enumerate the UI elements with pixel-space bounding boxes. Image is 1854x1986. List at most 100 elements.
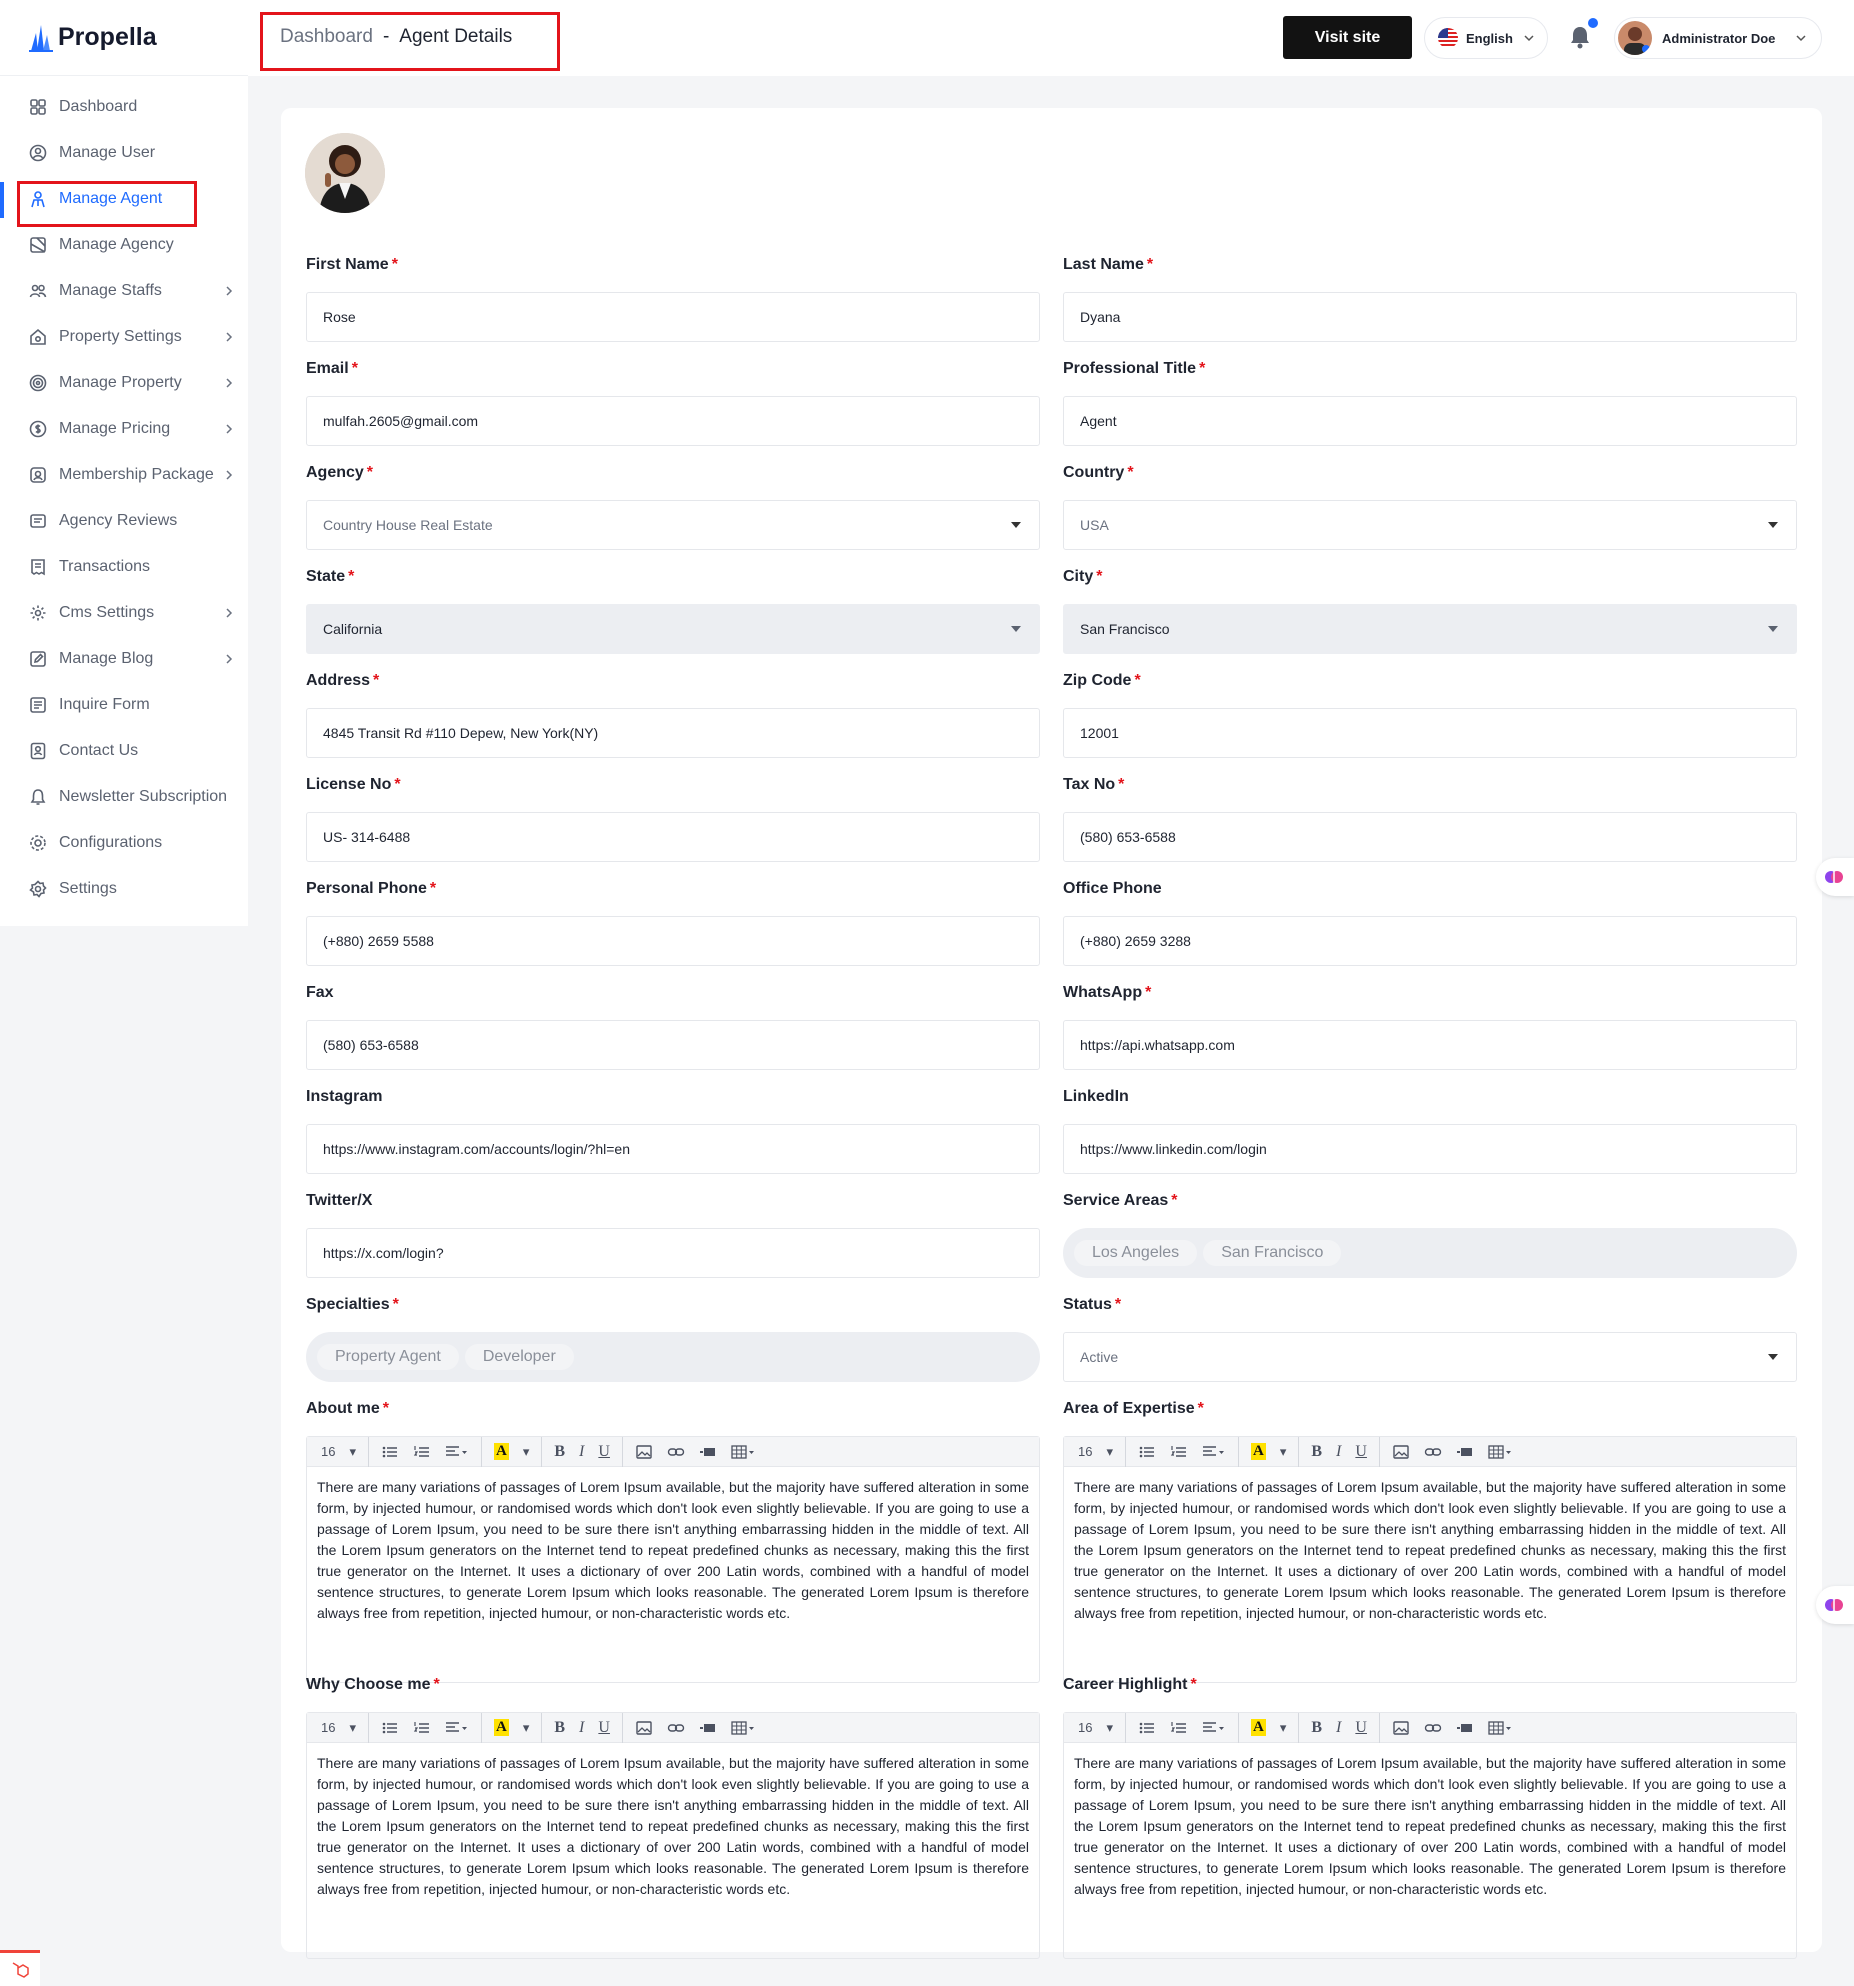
agency-select[interactable]: Country House Real Estate	[306, 500, 1040, 550]
sidebar-item-manage-blog[interactable]: Manage Blog	[0, 636, 248, 682]
why-choose-editor[interactable]: 16 ▾ A ▾ B I U There are many variations o…	[306, 1712, 1040, 1959]
italic-button[interactable]: I	[1336, 1443, 1341, 1461]
specialties-tag-input[interactable]: Property Agent Developer	[306, 1332, 1040, 1382]
table-icon[interactable]	[1488, 1719, 1514, 1737]
zip-input[interactable]: 12001	[1063, 708, 1797, 758]
office-phone-input[interactable]: (+880) 2659 3288	[1063, 916, 1797, 966]
link-icon[interactable]	[667, 1719, 685, 1737]
first-name-input[interactable]: Rose	[306, 292, 1040, 342]
assistant-widget-top[interactable]	[1816, 858, 1854, 896]
underline-button[interactable]: U	[598, 1443, 610, 1461]
highlight-color-icon[interactable]: A	[494, 1719, 509, 1736]
sidebar-item-agency-reviews[interactable]: Agency Reviews	[0, 498, 248, 544]
tag-chip[interactable]: San Francisco	[1203, 1240, 1342, 1266]
sidebar-item-configurations[interactable]: Configurations	[0, 820, 248, 866]
font-size-select[interactable]: 16	[321, 1444, 335, 1459]
state-select[interactable]: California	[306, 604, 1040, 654]
font-size-select[interactable]: 16	[321, 1720, 335, 1735]
linkedin-input[interactable]: https://www.linkedin.com/login	[1063, 1124, 1797, 1174]
bold-button[interactable]: B	[1311, 1443, 1322, 1461]
license-input[interactable]: US- 314-6488	[306, 812, 1040, 862]
image-icon[interactable]	[635, 1443, 653, 1461]
underline-button[interactable]: U	[1355, 1719, 1367, 1737]
city-select[interactable]: San Francisco	[1063, 604, 1797, 654]
link-icon[interactable]	[1424, 1719, 1442, 1737]
image-icon[interactable]	[1392, 1719, 1410, 1737]
table-icon[interactable]	[731, 1719, 757, 1737]
sidebar-item-property-settings[interactable]: Property Settings	[0, 314, 248, 360]
sidebar-item-manage-user[interactable]: Manage User	[0, 130, 248, 176]
video-icon[interactable]	[1456, 1719, 1474, 1737]
country-select[interactable]: USA	[1063, 500, 1797, 550]
align-icon[interactable]	[445, 1719, 469, 1737]
language-selector[interactable]: English	[1424, 17, 1548, 59]
service-areas-tag-input[interactable]: Los Angeles San Francisco	[1063, 1228, 1797, 1278]
sidebar-item-inquire-form[interactable]: Inquire Form	[0, 682, 248, 728]
whatsapp-input[interactable]: https://api.whatsapp.com	[1063, 1020, 1797, 1070]
link-icon[interactable]	[1424, 1443, 1442, 1461]
editor-content[interactable]: There are many variations of passages of…	[1064, 1467, 1796, 1634]
sidebar-item-transactions[interactable]: Transactions	[0, 544, 248, 590]
visit-site-button[interactable]: Visit site	[1283, 16, 1412, 59]
sidebar-item-dashboard[interactable]: Dashboard	[0, 84, 248, 130]
italic-button[interactable]: I	[579, 1443, 584, 1461]
twitter-input[interactable]: https://x.com/login?	[306, 1228, 1040, 1278]
bullet-list-icon[interactable]	[381, 1443, 399, 1461]
sidebar-item-newsletter-subscription[interactable]: Newsletter Subscription	[0, 774, 248, 820]
agent-avatar[interactable]	[305, 133, 385, 213]
font-size-select[interactable]: 16	[1078, 1444, 1092, 1459]
align-icon[interactable]	[1202, 1719, 1226, 1737]
tax-input[interactable]: (580) 653-6588	[1063, 812, 1797, 862]
numbered-list-icon[interactable]	[1170, 1719, 1188, 1737]
editor-content[interactable]: There are many variations of passages of…	[1064, 1743, 1796, 1910]
about-me-editor[interactable]: 16 ▾ A ▾ B I U There are many variations o…	[306, 1436, 1040, 1683]
bullet-list-icon[interactable]	[1138, 1719, 1156, 1737]
email-input[interactable]: mulfah.2605@gmail.com	[306, 396, 1040, 446]
fax-input[interactable]: (580) 653-6588	[306, 1020, 1040, 1070]
tag-chip[interactable]: Developer	[464, 1344, 574, 1370]
italic-button[interactable]: I	[1336, 1719, 1341, 1737]
font-size-select[interactable]: 16	[1078, 1720, 1092, 1735]
area-expertise-editor[interactable]: 16 ▾ A ▾ B I U There are many variations o…	[1063, 1436, 1797, 1683]
user-menu[interactable]: Administrator Doe	[1614, 17, 1822, 59]
bullet-list-icon[interactable]	[1138, 1443, 1156, 1461]
editor-content[interactable]: There are many variations of passages of…	[307, 1467, 1039, 1634]
laravel-debug-widget[interactable]	[0, 1950, 40, 1986]
sidebar-item-cms-settings[interactable]: Cms Settings	[0, 590, 248, 636]
sidebar-item-membership-package[interactable]: Membership Package	[0, 452, 248, 498]
link-icon[interactable]	[667, 1443, 685, 1461]
address-input[interactable]: 4845 Transit Rd #110 Depew, New York(NY)	[306, 708, 1040, 758]
video-icon[interactable]	[699, 1719, 717, 1737]
notification-bell-icon[interactable]	[1568, 24, 1592, 50]
bold-button[interactable]: B	[554, 1443, 565, 1461]
highlight-color-icon[interactable]: A	[1251, 1719, 1266, 1736]
sidebar-item-manage-staffs[interactable]: Manage Staffs	[0, 268, 248, 314]
brand[interactable]: Propella	[0, 0, 248, 76]
status-select[interactable]: Active	[1063, 1332, 1797, 1382]
align-icon[interactable]	[445, 1443, 469, 1461]
sidebar-item-manage-pricing[interactable]: Manage Pricing	[0, 406, 248, 452]
sidebar-item-settings[interactable]: Settings	[0, 866, 248, 912]
align-icon[interactable]	[1202, 1443, 1226, 1461]
instagram-input[interactable]: https://www.instagram.com/accounts/login…	[306, 1124, 1040, 1174]
underline-button[interactable]: U	[598, 1719, 610, 1737]
bold-button[interactable]: B	[1311, 1719, 1322, 1737]
personal-phone-input[interactable]: (+880) 2659 5588	[306, 916, 1040, 966]
image-icon[interactable]	[635, 1719, 653, 1737]
highlight-color-icon[interactable]: A	[494, 1443, 509, 1460]
bold-button[interactable]: B	[554, 1719, 565, 1737]
image-icon[interactable]	[1392, 1443, 1410, 1461]
underline-button[interactable]: U	[1355, 1443, 1367, 1461]
career-editor[interactable]: 16 ▾ A ▾ B I U There are many variations o…	[1063, 1712, 1797, 1959]
numbered-list-icon[interactable]	[1170, 1443, 1188, 1461]
highlight-color-icon[interactable]: A	[1251, 1443, 1266, 1460]
last-name-input[interactable]: Dyana	[1063, 292, 1797, 342]
editor-content[interactable]: There are many variations of passages of…	[307, 1743, 1039, 1910]
table-icon[interactable]	[1488, 1443, 1514, 1461]
sidebar-item-contact-us[interactable]: Contact Us	[0, 728, 248, 774]
tag-chip[interactable]: Property Agent	[317, 1344, 459, 1370]
bullet-list-icon[interactable]	[381, 1719, 399, 1737]
assistant-widget-bottom[interactable]	[1816, 1586, 1854, 1624]
table-icon[interactable]	[731, 1443, 757, 1461]
sidebar-item-manage-agency[interactable]: Manage Agency	[0, 222, 248, 268]
